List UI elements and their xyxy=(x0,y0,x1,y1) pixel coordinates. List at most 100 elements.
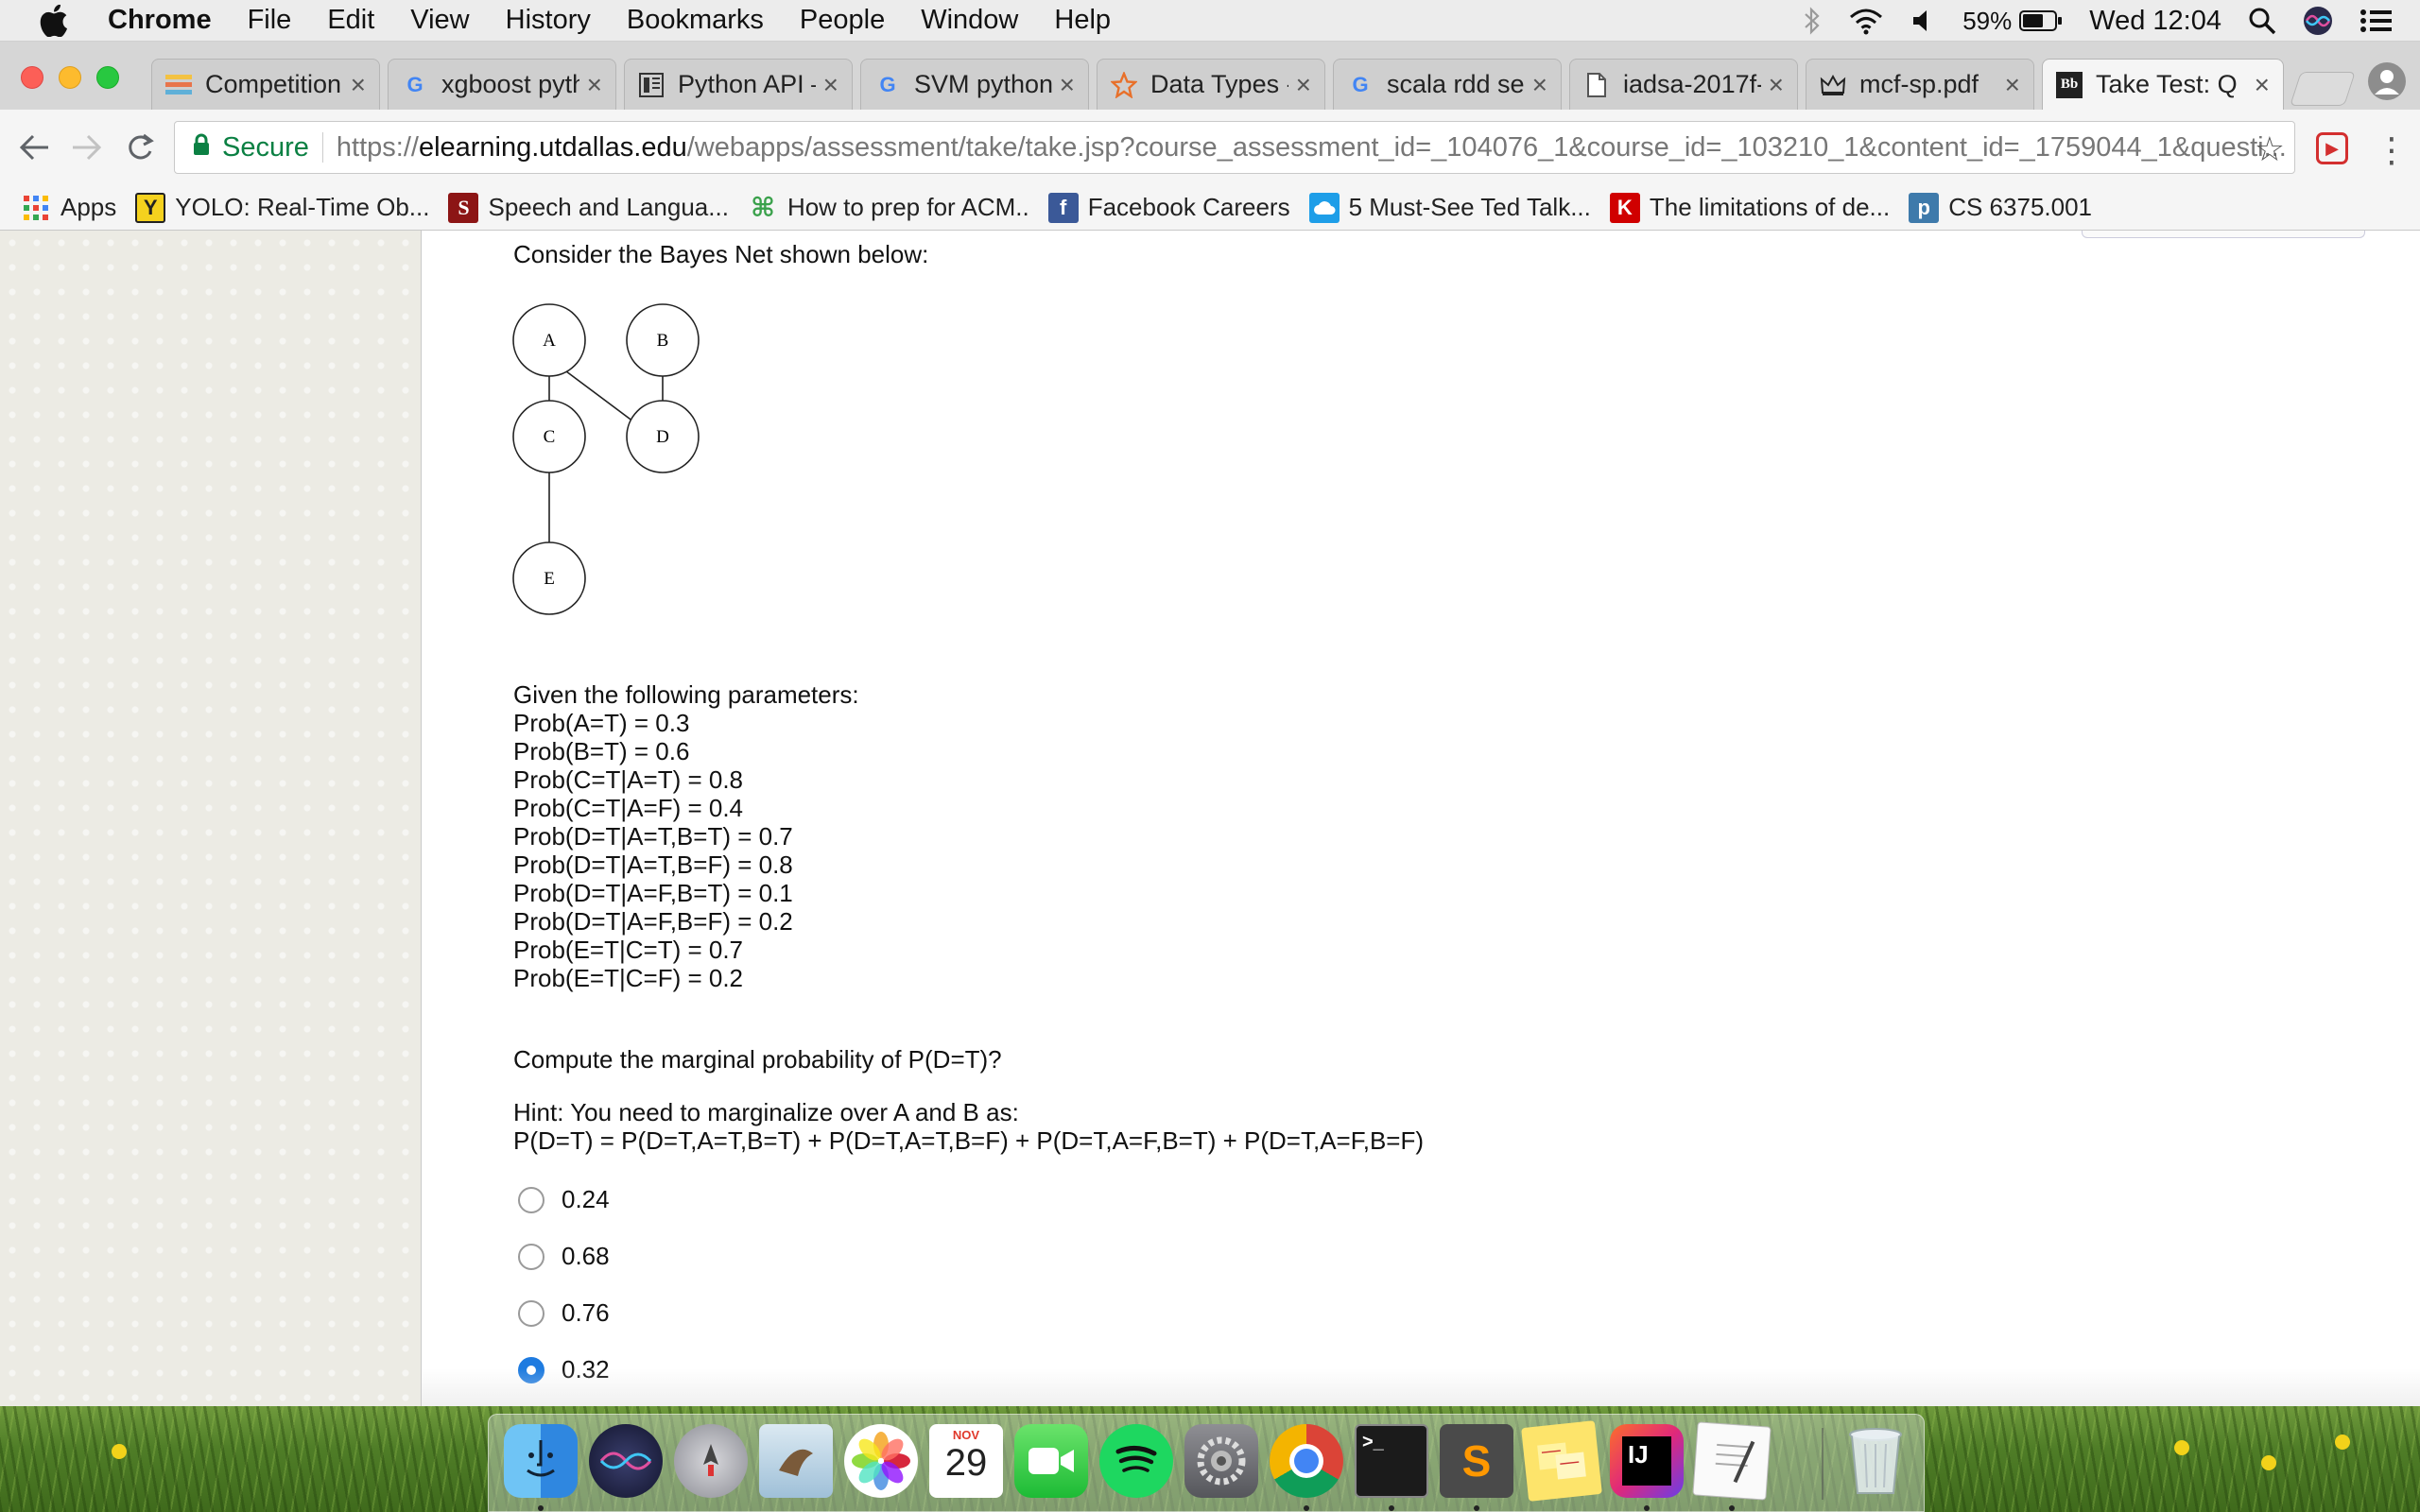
battery-percent[interactable]: 59% xyxy=(1962,7,2012,36)
address-bar[interactable]: Secure https:// elearning.utdallas.edu /… xyxy=(174,121,2295,174)
option-label[interactable]: 0.68 xyxy=(562,1242,610,1271)
system-preferences-icon[interactable] xyxy=(1184,1424,1258,1498)
radio-button[interactable] xyxy=(518,1186,544,1213)
menu-window[interactable]: Window xyxy=(921,5,1018,36)
tab-iadsa[interactable]: iadsa-2017f- × xyxy=(1569,59,1798,110)
siri-icon[interactable] xyxy=(2303,6,2333,36)
bookmark-label: YOLO: Real-Time Ob... xyxy=(175,193,430,221)
photos-icon[interactable] xyxy=(844,1424,918,1498)
chrome-menu-icon[interactable]: ⋮ xyxy=(2375,130,2409,170)
menu-app-chrome[interactable]: Chrome xyxy=(108,5,212,36)
bookmark-speech-language[interactable]: S Speech and Langua... xyxy=(448,192,729,223)
textedit-icon[interactable] xyxy=(1692,1421,1772,1501)
dock-divider xyxy=(1822,1428,1824,1500)
option-label[interactable]: 0.76 xyxy=(562,1298,610,1328)
answer-option-0-68[interactable]: 0.68 xyxy=(518,1242,610,1271)
forward-button[interactable] xyxy=(64,125,110,170)
bookmark-label: 5 Must-See Ted Talk... xyxy=(1348,193,1591,221)
close-icon[interactable]: × xyxy=(587,70,602,100)
parameter-line: Prob(E=T|C=F) = 0.2 xyxy=(513,964,744,992)
tab-svm-python[interactable]: G SVM python × xyxy=(860,59,1089,110)
tab-data-types[interactable]: Data Types - × xyxy=(1097,59,1325,110)
wallpaper-flower xyxy=(2335,1435,2350,1450)
sublime-text-icon[interactable]: S xyxy=(1440,1424,1513,1498)
window-zoom-button[interactable] xyxy=(96,66,119,89)
menu-bookmarks[interactable]: Bookmarks xyxy=(627,5,764,36)
intellij-icon[interactable]: IJ xyxy=(1610,1424,1684,1498)
tab-scala-rdd[interactable]: G scala rdd sel × xyxy=(1333,59,1562,110)
back-button[interactable] xyxy=(11,125,57,170)
answer-option-0-76[interactable]: 0.76 xyxy=(518,1298,610,1328)
hackerrank-icon: ⌘ xyxy=(750,193,775,222)
hint-formula: P(D=T) = P(D=T,A=T,B=T) + P(D=T,A=T,B=F)… xyxy=(513,1126,1425,1155)
radio-button[interactable] xyxy=(518,1243,544,1270)
bookmark-label: How to prep for ACM.. xyxy=(786,193,1029,221)
battery-icon[interactable] xyxy=(2019,9,2063,32)
launchpad-icon[interactable] xyxy=(674,1424,748,1498)
menu-edit[interactable]: Edit xyxy=(327,5,374,36)
close-icon[interactable]: × xyxy=(1296,70,1311,100)
apple-icon[interactable] xyxy=(32,0,76,42)
siri-icon[interactable] xyxy=(589,1424,663,1498)
trash-icon[interactable] xyxy=(1839,1424,1912,1498)
bookmark-yolo[interactable]: Y YOLO: Real-Time Ob... xyxy=(135,192,430,223)
parameters-block: Given the following parameters: Prob(A=T… xyxy=(513,680,859,992)
close-icon[interactable]: × xyxy=(1532,70,1547,100)
mail-icon[interactable] xyxy=(759,1424,833,1498)
close-icon[interactable]: × xyxy=(351,70,366,100)
bookmark-ted-talks[interactable]: 5 Must-See Ted Talk... xyxy=(1308,192,1591,223)
bookmark-apps[interactable]: Apps xyxy=(21,193,116,223)
tab-xgboost[interactable]: G xgboost pyth × xyxy=(388,59,616,110)
tab-title: xgboost pyth xyxy=(441,70,579,98)
radio-button[interactable] xyxy=(518,1299,544,1327)
window-close-button[interactable] xyxy=(21,66,43,89)
stickies-icon[interactable] xyxy=(1521,1420,1602,1502)
menu-bar: Chrome File Edit View History Bookmarks … xyxy=(0,0,2420,42)
clock[interactable]: Wed 12:04 xyxy=(2089,6,2221,37)
answer-option-0-24[interactable]: 0.24 xyxy=(518,1185,610,1214)
menu-file[interactable]: File xyxy=(248,5,292,36)
finder-icon[interactable] xyxy=(504,1424,578,1498)
bookmark-limitations[interactable]: K The limitations of de... xyxy=(1609,192,1890,223)
tab-competition[interactable]: Competition × xyxy=(151,59,380,110)
menu-history[interactable]: History xyxy=(506,5,591,36)
window-minimize-button[interactable] xyxy=(59,66,81,89)
calendar-icon[interactable]: NOV 29 xyxy=(929,1424,1003,1498)
extension-icon[interactable]: ▶ xyxy=(2316,132,2348,164)
blackboard-icon: Bb xyxy=(2056,71,2083,98)
bookmark-cs6375[interactable]: p CS 6375.001 xyxy=(1909,192,2092,223)
notification-center-icon[interactable] xyxy=(2360,8,2394,34)
close-icon[interactable]: × xyxy=(2005,70,2020,100)
tab-title: mcf-sp.pdf xyxy=(1859,70,1979,98)
bookmark-label: Speech and Langua... xyxy=(488,193,729,221)
bookmark-star-icon[interactable]: ☆ xyxy=(2255,129,2285,169)
spotify-icon[interactable] xyxy=(1099,1424,1173,1498)
wifi-icon[interactable] xyxy=(1847,7,1885,35)
bottom-shadow xyxy=(422,1368,2420,1406)
option-label[interactable]: 0.24 xyxy=(562,1185,610,1214)
volume-icon[interactable] xyxy=(1911,8,1936,34)
menu-view[interactable]: View xyxy=(410,5,469,36)
tab-mcf-sp[interactable]: mcf-sp.pdf × xyxy=(1806,59,2034,110)
tab-take-test[interactable]: Bb Take Test: Q × xyxy=(2042,59,2284,110)
bookmark-facebook-careers[interactable]: f Facebook Careers xyxy=(1047,192,1290,223)
tab-python-api[interactable]: Python API – × xyxy=(624,59,853,110)
profile-avatar[interactable] xyxy=(2368,62,2406,100)
facetime-icon[interactable] xyxy=(1014,1424,1088,1498)
reload-button[interactable] xyxy=(117,125,163,170)
apps-grid-icon xyxy=(21,193,51,223)
close-icon[interactable]: × xyxy=(823,70,838,100)
facebook-icon: f xyxy=(1047,192,1079,223)
terminal-icon[interactable]: >_ xyxy=(1355,1424,1428,1498)
close-icon[interactable]: × xyxy=(1769,70,1784,100)
close-icon[interactable]: × xyxy=(2255,70,2270,100)
spotlight-search-icon[interactable] xyxy=(2248,7,2276,35)
close-icon[interactable]: × xyxy=(1060,70,1075,100)
parameter-line: Prob(C=T|A=T) = 0.8 xyxy=(513,765,744,794)
chrome-icon[interactable] xyxy=(1270,1424,1343,1498)
new-tab-button[interactable] xyxy=(2290,72,2356,106)
bookmark-acm-prep[interactable]: ⌘ How to prep for ACM.. xyxy=(748,193,1029,223)
menu-people[interactable]: People xyxy=(800,5,885,36)
menu-help[interactable]: Help xyxy=(1054,5,1111,36)
bluetooth-icon[interactable] xyxy=(1804,7,1821,35)
